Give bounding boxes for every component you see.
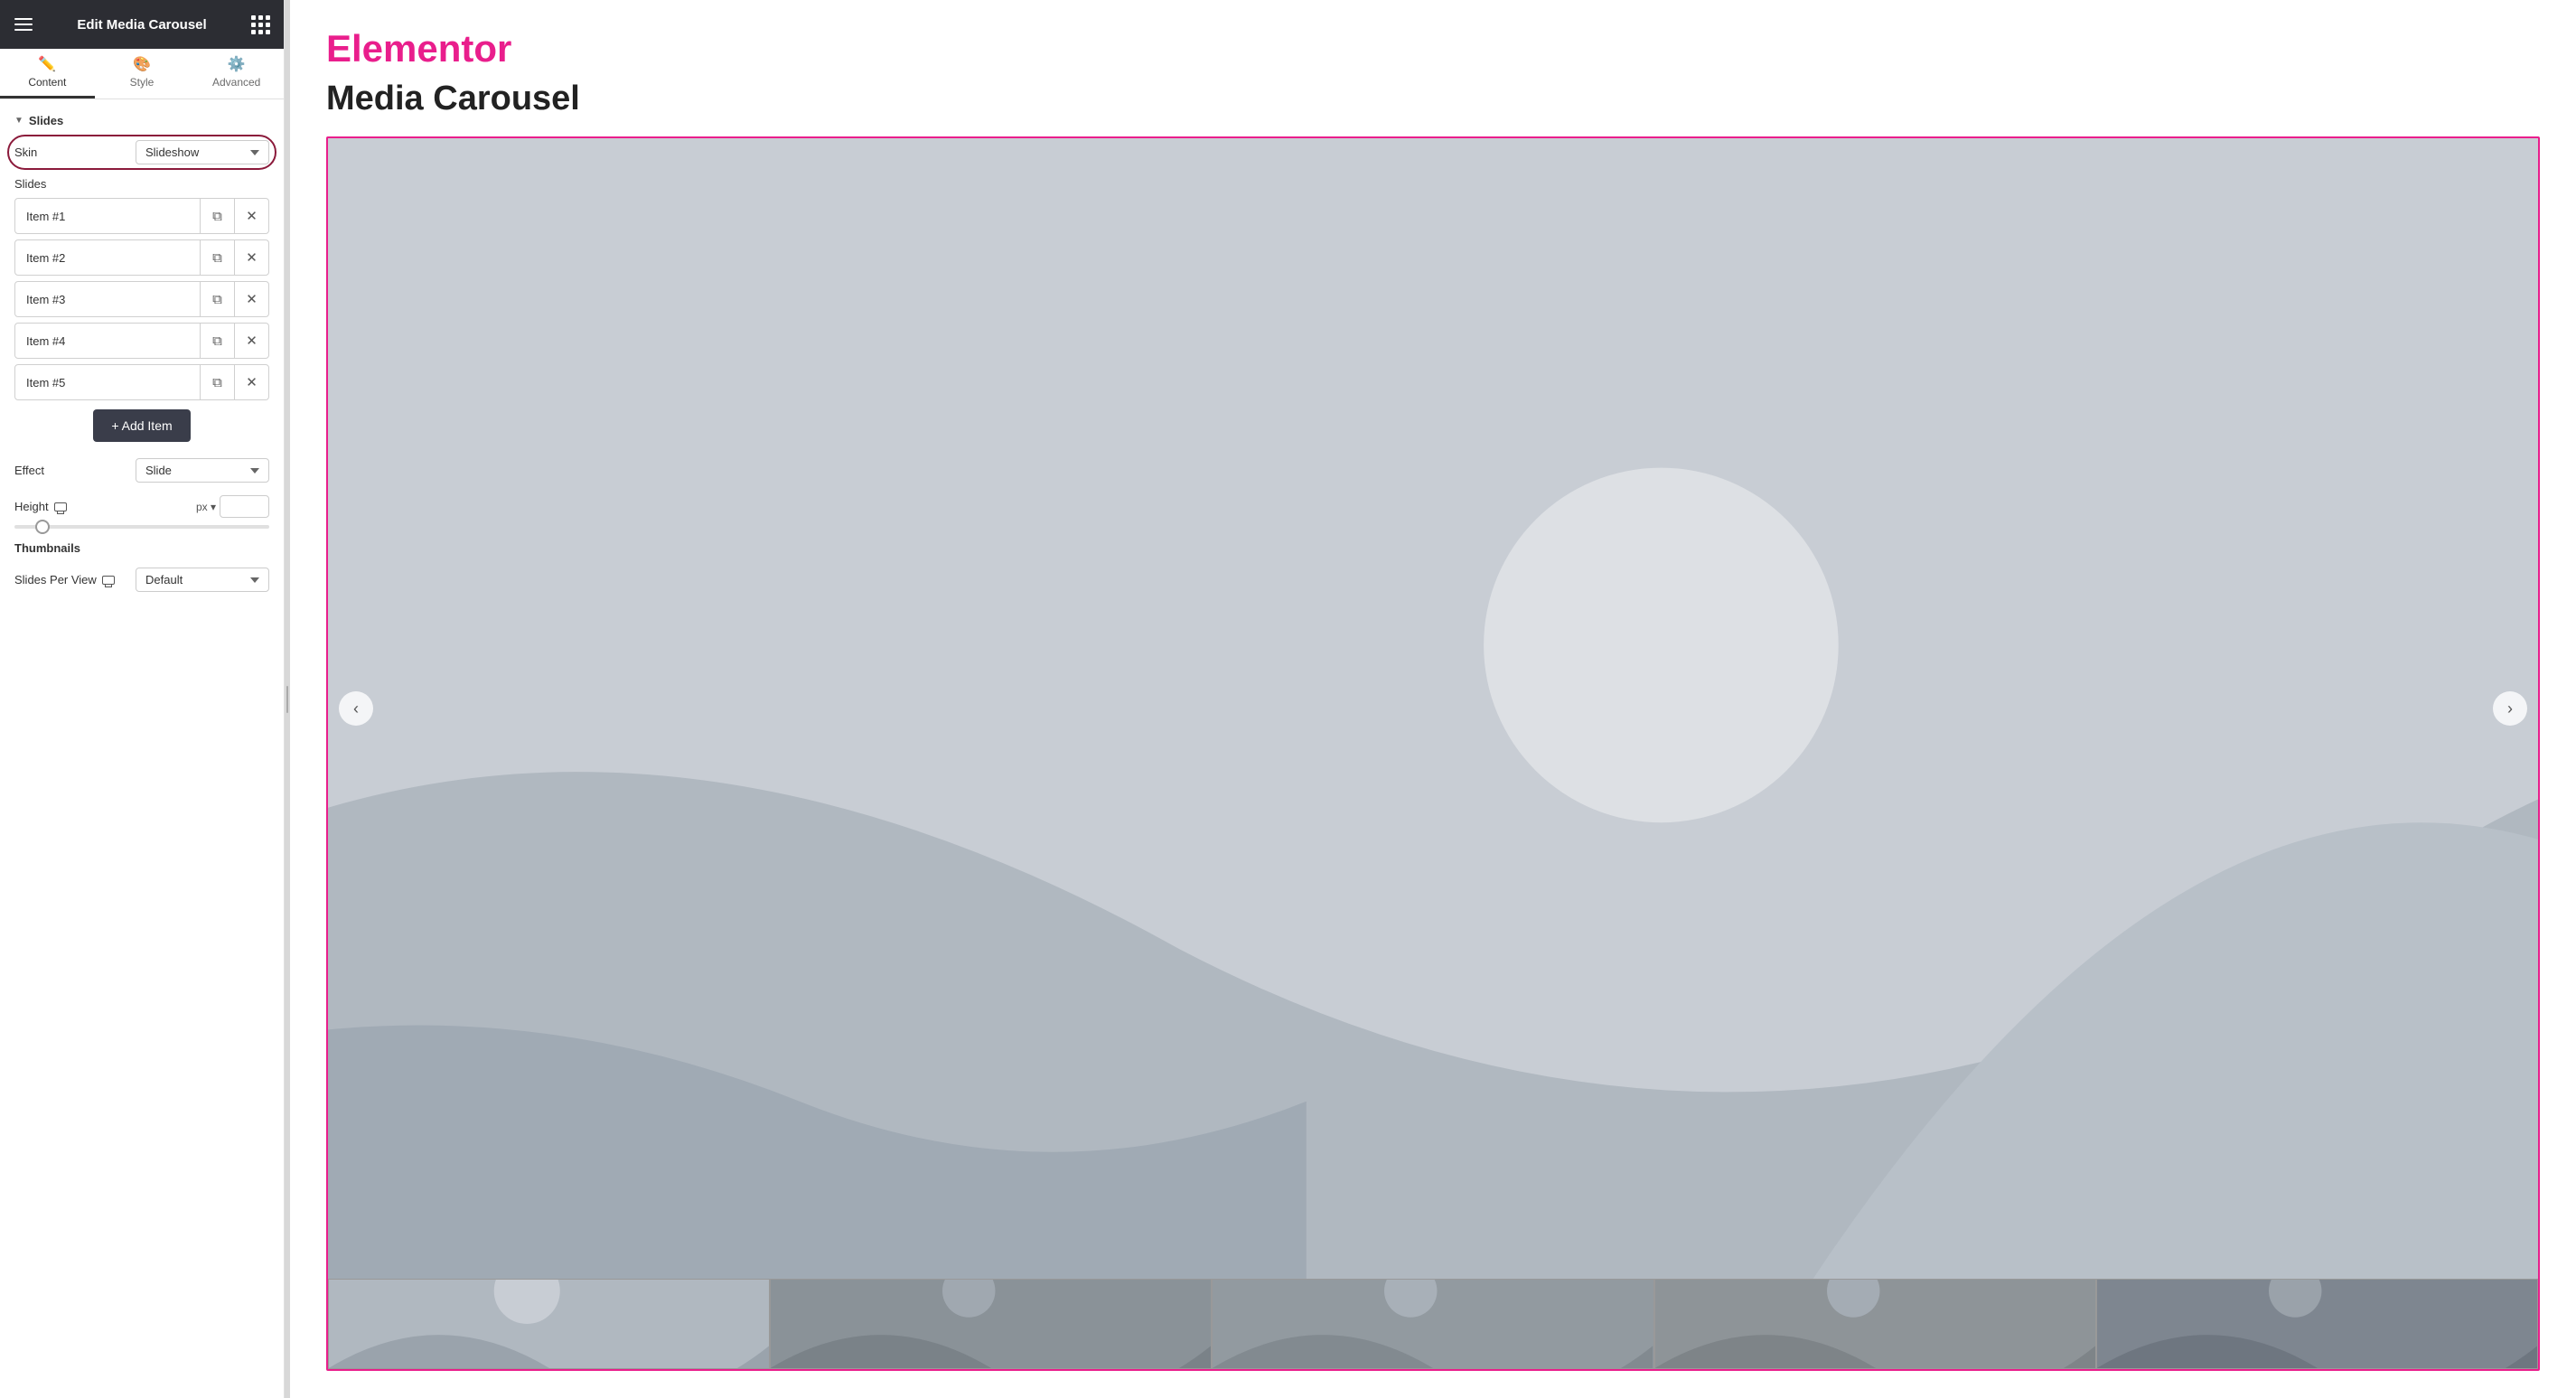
effect-row: Effect Slide Fade Cube Coverflow Flip xyxy=(14,458,269,483)
slide-item-4[interactable]: Item #4 ⧉ ✕ xyxy=(14,323,269,359)
height-unit[interactable]: px ▾ xyxy=(196,501,216,513)
left-panel: Edit Media Carousel ✏️ Content 🎨 Style ⚙… xyxy=(0,0,285,1398)
grid-icon[interactable] xyxy=(251,15,269,34)
slide-item-5[interactable]: Item #5 ⧉ ✕ xyxy=(14,364,269,400)
slide-item-5-duplicate[interactable]: ⧉ xyxy=(200,365,234,399)
slide-item-3[interactable]: Item #3 ⧉ ✕ xyxy=(14,281,269,317)
carousel-main-slide: ‹ › xyxy=(328,138,2538,1279)
tab-style[interactable]: 🎨 Style xyxy=(95,49,190,99)
tab-content-label: Content xyxy=(28,76,66,89)
carousel-thumb-3[interactable] xyxy=(1212,1279,1653,1369)
carousel-prev-button[interactable]: ‹ xyxy=(339,691,373,726)
height-row-top: Height px ▾ xyxy=(14,495,269,518)
slide-item-1-duplicate[interactable]: ⧉ xyxy=(200,199,234,233)
slide-item-1-delete[interactable]: ✕ xyxy=(234,199,268,233)
skin-label: Skin xyxy=(14,145,37,159)
style-tab-icon: 🎨 xyxy=(133,58,151,72)
main-slide-svg xyxy=(328,138,2538,1279)
slide-item-2[interactable]: Item #2 ⧉ ✕ xyxy=(14,239,269,276)
resize-handle[interactable] xyxy=(285,0,290,1398)
content-tab-icon: ✏️ xyxy=(38,58,56,72)
spv-label: Slides Per View xyxy=(14,573,97,586)
tab-style-label: Style xyxy=(130,76,155,89)
effect-select[interactable]: Slide Fade Cube Coverflow Flip xyxy=(136,458,269,483)
carousel-next-button[interactable]: › xyxy=(2493,691,2527,726)
height-input[interactable] xyxy=(220,495,269,518)
carousel-thumb-5[interactable] xyxy=(2096,1279,2538,1369)
panel-header: Edit Media Carousel xyxy=(0,0,284,49)
main-canvas: Elementor Media Carousel ‹ › xyxy=(290,0,2576,1398)
carousel-container: ‹ › xyxy=(326,136,2540,1371)
panel-title: Edit Media Carousel xyxy=(77,17,206,33)
slide-item-5-label[interactable]: Item #5 xyxy=(15,367,200,399)
carousel-thumb-4[interactable] xyxy=(1654,1279,2096,1369)
slide-item-3-label[interactable]: Item #3 xyxy=(15,284,200,315)
height-slider-track xyxy=(14,525,269,529)
height-label-group: Height xyxy=(14,500,67,513)
slide-item-1[interactable]: Item #1 ⧉ ✕ xyxy=(14,198,269,234)
monitor-icon xyxy=(54,502,67,511)
carousel-thumbnails xyxy=(328,1279,2538,1369)
slide-item-2-label[interactable]: Item #2 xyxy=(15,242,200,274)
skin-select[interactable]: Slideshow Carousel Coverflow xyxy=(136,140,269,164)
slide-item-3-duplicate[interactable]: ⧉ xyxy=(200,282,234,316)
slide-item-1-label[interactable]: Item #1 xyxy=(15,201,200,232)
slide-item-2-delete[interactable]: ✕ xyxy=(234,240,268,275)
thumbnails-label: Thumbnails xyxy=(14,541,269,555)
height-slider-thumb[interactable] xyxy=(35,520,50,534)
slide-item-4-duplicate[interactable]: ⧉ xyxy=(200,324,234,358)
panel-tabs: ✏️ Content 🎨 Style ⚙️ Advanced xyxy=(0,49,284,99)
slides-sublabel: Slides xyxy=(14,177,269,191)
skin-row: Skin Slideshow Carousel Coverflow xyxy=(14,140,269,164)
tab-advanced[interactable]: ⚙️ Advanced xyxy=(189,49,284,99)
height-label: Height xyxy=(14,500,49,513)
thumbnails-section: Thumbnails Slides Per View Default 1 2 3… xyxy=(14,541,269,592)
spv-label-group: Slides Per View xyxy=(14,573,115,586)
slide-item-4-delete[interactable]: ✕ xyxy=(234,324,268,358)
add-item-button[interactable]: + Add Item xyxy=(93,409,190,442)
slide-item-3-delete[interactable]: ✕ xyxy=(234,282,268,316)
effect-label: Effect xyxy=(14,464,44,477)
slide-item-2-duplicate[interactable]: ⧉ xyxy=(200,240,234,275)
tab-content[interactable]: ✏️ Content xyxy=(0,49,95,99)
advanced-tab-icon: ⚙️ xyxy=(228,58,246,72)
spv-monitor-icon xyxy=(102,576,115,585)
height-row: Height px ▾ xyxy=(14,495,269,529)
slides-section-title: Slides xyxy=(29,114,63,127)
skin-row-wrapper: Skin Slideshow Carousel Coverflow xyxy=(14,140,269,164)
brand-title: Elementor xyxy=(326,27,2540,70)
carousel-thumb-2[interactable] xyxy=(770,1279,1212,1369)
carousel-thumb-1[interactable] xyxy=(328,1279,770,1369)
carousel-heading: Media Carousel xyxy=(326,80,2540,118)
menu-icon[interactable] xyxy=(14,18,33,31)
slide-item-5-delete[interactable]: ✕ xyxy=(234,365,268,399)
slide-item-4-label[interactable]: Item #4 xyxy=(15,325,200,357)
slides-per-view-row: Slides Per View Default 1 2 3 4 5 xyxy=(14,568,269,592)
spv-select[interactable]: Default 1 2 3 4 5 xyxy=(136,568,269,592)
panel-content: ▼ Slides Skin Slideshow Carousel Coverfl… xyxy=(0,99,284,1398)
tab-advanced-label: Advanced xyxy=(212,76,260,89)
slides-arrow-icon: ▼ xyxy=(14,116,23,126)
slides-section-header[interactable]: ▼ Slides xyxy=(14,114,269,127)
